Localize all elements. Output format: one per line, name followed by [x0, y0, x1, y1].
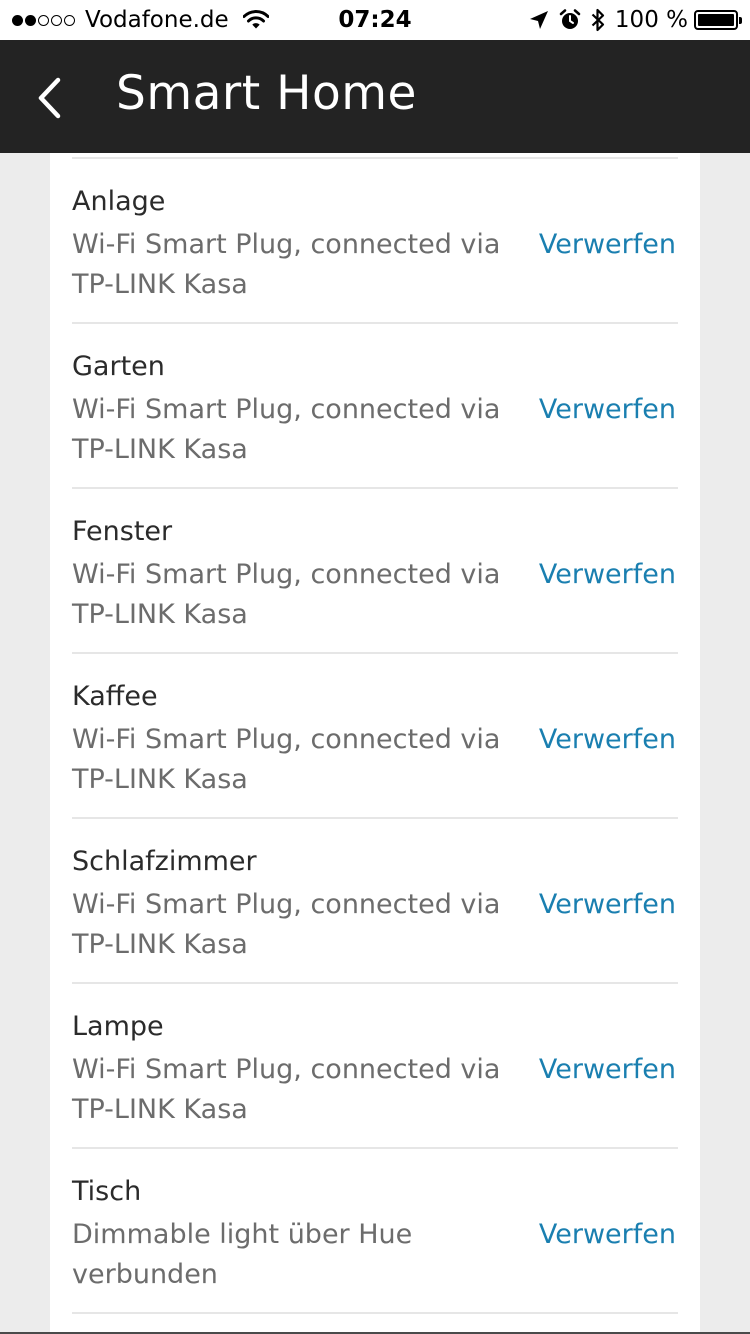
- device-name: Tisch: [72, 1176, 142, 1207]
- device-description: Wi-Fi Smart Plug, connected via TP-LINK …: [72, 229, 501, 300]
- device-list-item: Schlafzimmer Wi-Fi Smart Plug, connected…: [72, 819, 678, 984]
- chevron-left-icon: [36, 77, 62, 119]
- battery-icon: [694, 10, 742, 30]
- device-description: Wi-Fi Smart Plug, connected via TP-LINK …: [72, 394, 501, 465]
- nav-header: Smart Home: [0, 40, 750, 153]
- device-description: Wi-Fi Smart Plug, connected via TP-LINK …: [72, 724, 501, 795]
- device-list-card: Anlage Wi-Fi Smart Plug, connected via T…: [50, 153, 700, 1334]
- discard-device-button[interactable]: Verwerfen: [539, 225, 676, 265]
- location-arrow-icon: [529, 10, 549, 30]
- back-button[interactable]: [24, 70, 74, 126]
- device-description: Wi-Fi Smart Plug, connected via TP-LINK …: [72, 559, 501, 630]
- device-name: Garten: [72, 351, 165, 382]
- discard-device-button[interactable]: Verwerfen: [539, 555, 676, 595]
- device-name: Schlafzimmer: [72, 846, 257, 877]
- battery-percent: 100 %: [614, 7, 688, 33]
- status-right: 100 %: [519, 0, 742, 40]
- device-description: Dimmable light über Hue verbunden: [72, 1219, 413, 1290]
- discard-device-button[interactable]: Verwerfen: [539, 720, 676, 760]
- discard-device-button[interactable]: Verwerfen: [539, 390, 676, 430]
- page-title: Smart Home: [116, 66, 417, 121]
- status-bar: Vodafone.de 07:24 100 %: [0, 0, 750, 40]
- device-list-item: Fenster Wi-Fi Smart Plug, connected via …: [72, 489, 678, 654]
- device-description: Wi-Fi Smart Plug, connected via TP-LINK …: [72, 1054, 501, 1125]
- discard-device-button[interactable]: Verwerfen: [539, 1050, 676, 1090]
- device-name: Lampe: [72, 1011, 164, 1042]
- bluetooth-icon: [591, 8, 605, 32]
- battery-tip: [739, 17, 742, 24]
- discard-device-button[interactable]: Verwerfen: [539, 1215, 676, 1255]
- device-list: Anlage Wi-Fi Smart Plug, connected via T…: [72, 159, 678, 1314]
- device-description: Wi-Fi Smart Plug, connected via TP-LINK …: [72, 889, 501, 960]
- device-list-item: Lampe Wi-Fi Smart Plug, connected via TP…: [72, 984, 678, 1149]
- device-name: Anlage: [72, 186, 166, 217]
- device-list-item: Anlage Wi-Fi Smart Plug, connected via T…: [72, 159, 678, 324]
- device-list-item: Tisch Dimmable light über Hue verbunden …: [72, 1149, 678, 1314]
- discard-device-button[interactable]: Verwerfen: [539, 885, 676, 925]
- device-name: Kaffee: [72, 681, 158, 712]
- device-list-item: Garten Wi-Fi Smart Plug, connected via T…: [72, 324, 678, 489]
- battery-level: [698, 14, 734, 26]
- device-name: Fenster: [72, 516, 173, 547]
- device-list-item: Kaffee Wi-Fi Smart Plug, connected via T…: [72, 654, 678, 819]
- alarm-clock-icon: [559, 9, 581, 31]
